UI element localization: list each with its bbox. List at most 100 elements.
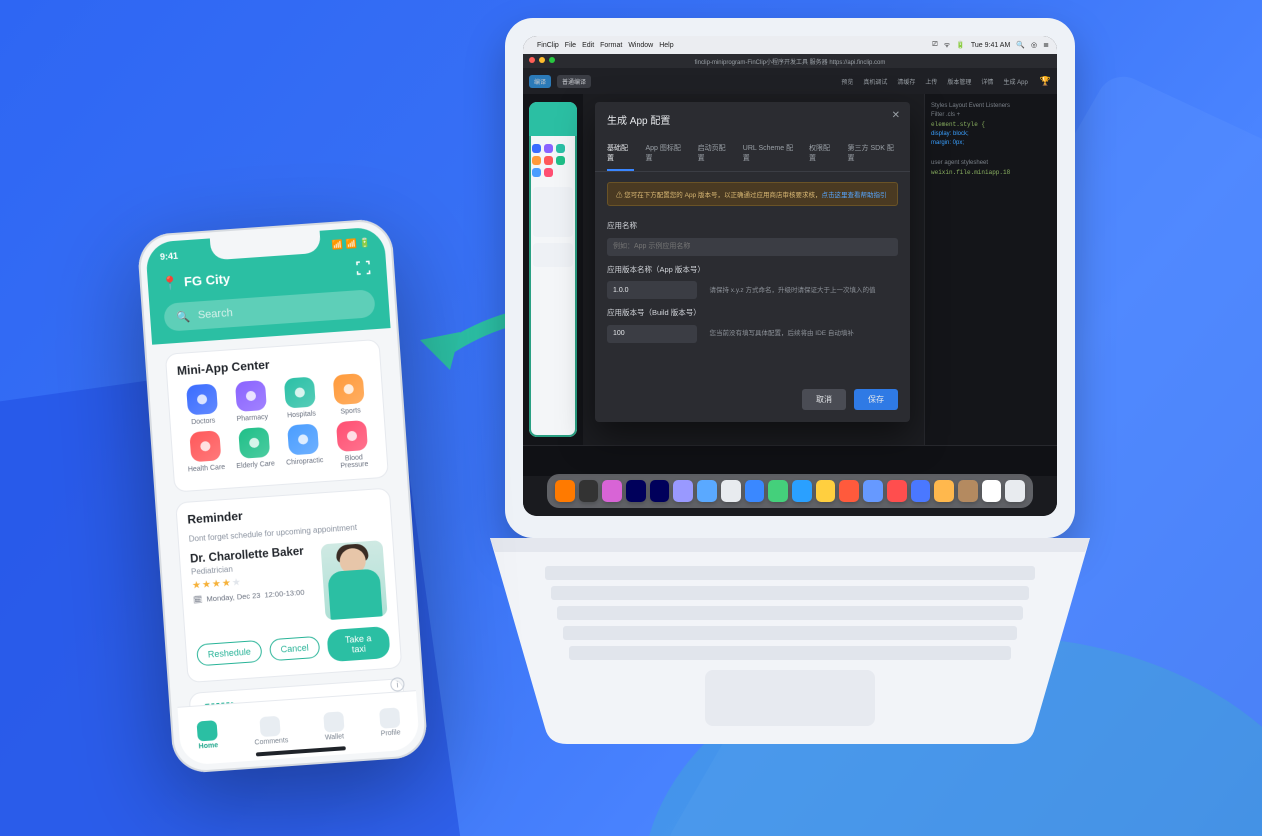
inspector-filter[interactable]: Filter .cls +: [931, 112, 1051, 118]
dock-app-icon[interactable]: [768, 480, 788, 502]
close-icon[interactable]: [529, 57, 535, 63]
build-input[interactable]: [607, 325, 697, 343]
mini-app-item[interactable]: Blood Pressure: [329, 419, 377, 470]
mini-app-item[interactable]: Chiropractic: [280, 423, 328, 474]
pin-icon: 📍: [161, 274, 178, 291]
generate-app-dialog: 生成 App 配置 ✕ 基础配置 App 图标配置 启动页配置 URL Sche…: [595, 102, 910, 422]
reschedule-button[interactable]: Reshedule: [196, 640, 262, 666]
dock-app-icon[interactable]: [816, 480, 836, 502]
ide-toolbar: 编译 普通编译 预览 真机调试 清缓存 上传 版本管理 详情 生成 App 🏆: [523, 68, 1057, 94]
dock-app-icon[interactable]: [958, 480, 978, 502]
menubar-item[interactable]: File: [565, 42, 576, 49]
control-center-icon[interactable]: ◎: [1031, 41, 1037, 49]
inspector-tabs[interactable]: Styles Layout Event Listeners: [931, 103, 1051, 109]
toolbar-item[interactable]: 生成 App: [1003, 77, 1027, 86]
build-hint: 您当前没有填写具体配置，后续将由 IDE 自动填补: [709, 330, 853, 337]
tabbar-item[interactable]: Wallet: [323, 711, 345, 741]
menubar-app[interactable]: FinClip: [537, 42, 559, 49]
spotlight-icon[interactable]: 🔍: [1016, 41, 1025, 49]
dock-app-icon[interactable]: [602, 480, 622, 502]
save-button[interactable]: 保存: [854, 389, 898, 410]
mini-app-item[interactable]: Doctors: [178, 383, 226, 427]
field-label-build: 应用版本号（Build 版本号）: [607, 307, 898, 318]
dock-app-icon[interactable]: [579, 480, 599, 502]
mini-app-item[interactable]: Sports: [325, 373, 373, 417]
dock-app-icon[interactable]: [792, 480, 812, 502]
mini-app-item[interactable]: Elderly Care: [230, 426, 278, 477]
mini-app-label: Blood Pressure: [331, 453, 377, 470]
dock-app-icon[interactable]: [863, 480, 883, 502]
compile-button[interactable]: 编译: [529, 75, 551, 88]
tab-launch[interactable]: 启动页配置: [698, 137, 731, 171]
notice-text: ⚠ 您可在下方配置您的 App 版本号，以正确通过应用商店审核要求核，: [616, 192, 821, 199]
info-icon[interactable]: i: [390, 677, 405, 692]
dock-app-icon[interactable]: [839, 480, 859, 502]
location-label[interactable]: FG City: [183, 271, 230, 289]
dock-app-icon[interactable]: [1005, 480, 1025, 502]
dock-app-icon[interactable]: [626, 480, 646, 502]
zoom-icon[interactable]: [549, 57, 555, 63]
tabbar-item[interactable]: Profile: [379, 707, 401, 737]
dock-app-icon[interactable]: [745, 480, 765, 502]
tabbar-item[interactable]: Comments: [253, 715, 289, 746]
style-source: user agent stylesheet: [931, 160, 1051, 166]
tab-icon[interactable]: App 图标配置: [646, 137, 686, 171]
inspector-panel: Styles Layout Event Listeners Filter .cl…: [924, 94, 1057, 446]
battery-icon[interactable]: 🔋: [956, 41, 965, 49]
close-icon[interactable]: ✕: [892, 110, 900, 121]
tabbar-label: Comments: [254, 737, 288, 746]
mini-app-label: Pharmacy: [236, 414, 268, 423]
dialog-tabs: 基础配置 App 图标配置 启动页配置 URL Scheme 配置 权限配置 第…: [595, 137, 910, 172]
dock-app-icon[interactable]: [982, 480, 1002, 502]
search-input[interactable]: 🔍 Search: [163, 289, 375, 332]
toolbar-item[interactable]: 版本管理: [947, 77, 971, 86]
airplay-icon[interactable]: ⎚: [932, 41, 938, 49]
notice-banner: ⚠ 您可在下方配置您的 App 版本号，以正确通过应用商店审核要求核，点击这里查…: [607, 182, 898, 206]
menubar-item[interactable]: Edit: [582, 42, 594, 49]
cancel-button[interactable]: 取消: [802, 389, 846, 410]
toolbar-item[interactable]: 上传: [925, 77, 937, 86]
menubar-item[interactable]: Help: [659, 42, 673, 49]
tab-urlscheme[interactable]: URL Scheme 配置: [743, 137, 797, 171]
tab-permission[interactable]: 权限配置: [809, 137, 836, 171]
cancel-button[interactable]: Cancel: [269, 636, 320, 661]
toolbar-item[interactable]: 真机调试: [863, 77, 887, 86]
trophy-icon[interactable]: 🏆: [1040, 76, 1051, 87]
mini-app-item[interactable]: Hospitals: [276, 376, 324, 420]
compile-mode-select[interactable]: 普通编译: [557, 75, 591, 88]
menubar-time[interactable]: Tue 9:41 AM: [971, 42, 1010, 49]
minimize-icon[interactable]: [539, 57, 545, 63]
field-label-version: 应用版本名称（App 版本号）: [607, 264, 898, 275]
tab-sdk[interactable]: 第三方 SDK 配置: [848, 137, 898, 171]
dock-app-icon[interactable]: [911, 480, 931, 502]
dock-app-icon[interactable]: [555, 480, 575, 502]
notice-link[interactable]: 点击这里查看帮助指引: [821, 192, 886, 199]
window-controls[interactable]: [529, 57, 555, 63]
toolbar-item[interactable]: 详情: [981, 77, 993, 86]
menu-list-icon[interactable]: ≣: [1043, 41, 1049, 49]
style-prop: display: block;: [931, 131, 1051, 137]
mini-app-item[interactable]: Pharmacy: [227, 379, 275, 423]
tab-basic[interactable]: 基础配置: [607, 137, 634, 171]
menubar-item[interactable]: Window: [628, 42, 653, 49]
wifi-icon[interactable]: ᯤ: [944, 41, 950, 50]
take-taxi-button[interactable]: Take a taxi: [327, 626, 391, 662]
simulator-phone[interactable]: [529, 102, 577, 437]
dock-app-icon[interactable]: [887, 480, 907, 502]
version-hint: 请保持 x.y.z 方式命名，升级时请保证大于上一次填入的值: [709, 287, 875, 294]
scan-icon[interactable]: [354, 258, 373, 280]
toolbar-item[interactable]: 预览: [841, 77, 853, 86]
console-panel[interactable]: [523, 445, 1057, 476]
tabbar-icon: [323, 711, 344, 732]
dock-app-icon[interactable]: [697, 480, 717, 502]
dock-app-icon[interactable]: [673, 480, 693, 502]
menubar-item[interactable]: Format: [600, 42, 622, 49]
dock-app-icon[interactable]: [934, 480, 954, 502]
version-input[interactable]: [607, 281, 697, 299]
tabbar-item[interactable]: Home: [197, 720, 219, 750]
appname-input[interactable]: [607, 238, 898, 256]
dock-app-icon[interactable]: [650, 480, 670, 502]
mini-app-item[interactable]: Health Care: [181, 430, 229, 481]
dock-app-icon[interactable]: [721, 480, 741, 502]
toolbar-item[interactable]: 清缓存: [897, 77, 915, 86]
